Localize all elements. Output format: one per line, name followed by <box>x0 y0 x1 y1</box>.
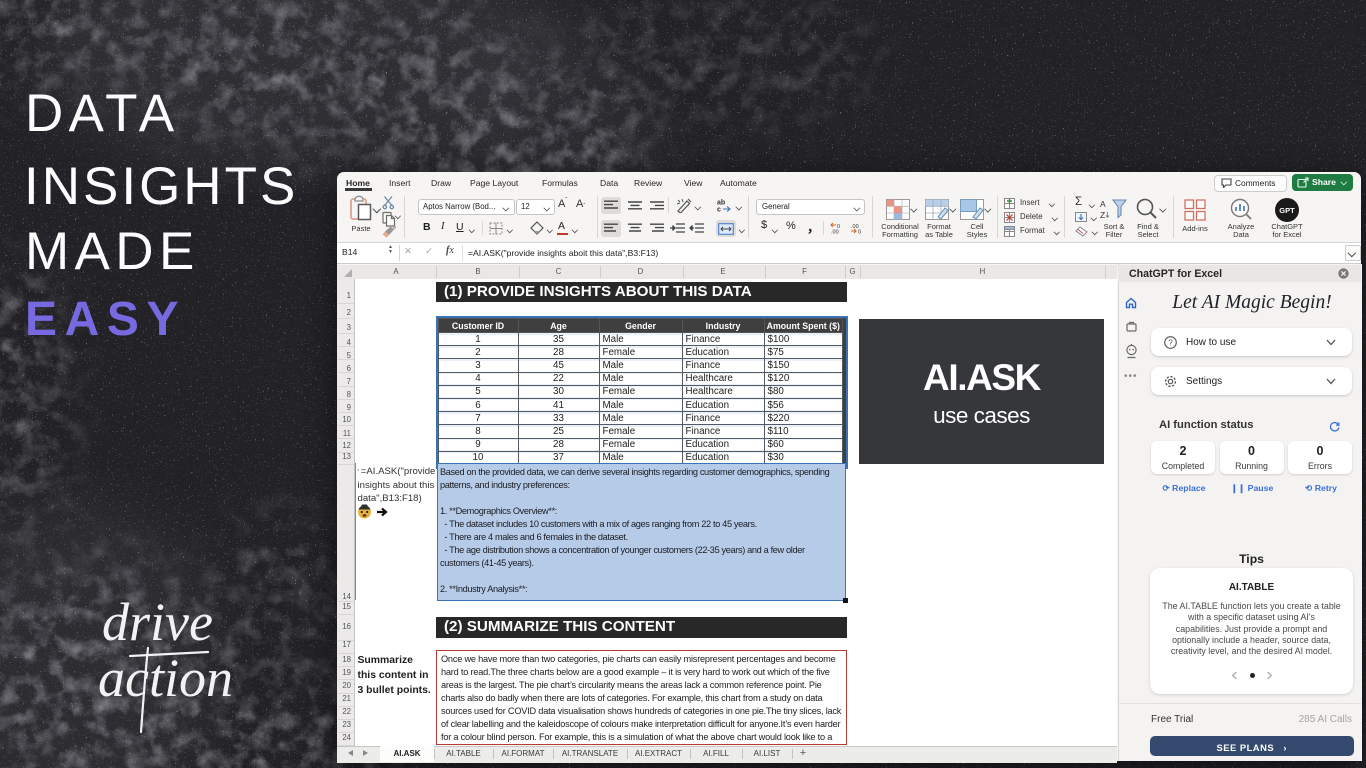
svg-text:GPT: GPT <box>1279 206 1295 215</box>
svg-text:0: 0 <box>858 230 861 235</box>
svg-text:action: action <box>98 648 233 708</box>
svg-text:ab: ab <box>717 200 725 207</box>
svg-text:.00: .00 <box>831 230 839 235</box>
svg-text:A: A <box>1100 199 1106 209</box>
svg-text:Let AI Magic Begin!: Let AI Magic Begin! <box>1171 292 1331 313</box>
svg-text:Z: Z <box>1100 210 1105 220</box>
svg-text:?: ? <box>1168 338 1173 347</box>
svg-text:drive: drive <box>102 592 213 652</box>
svg-text:c: c <box>717 207 721 213</box>
